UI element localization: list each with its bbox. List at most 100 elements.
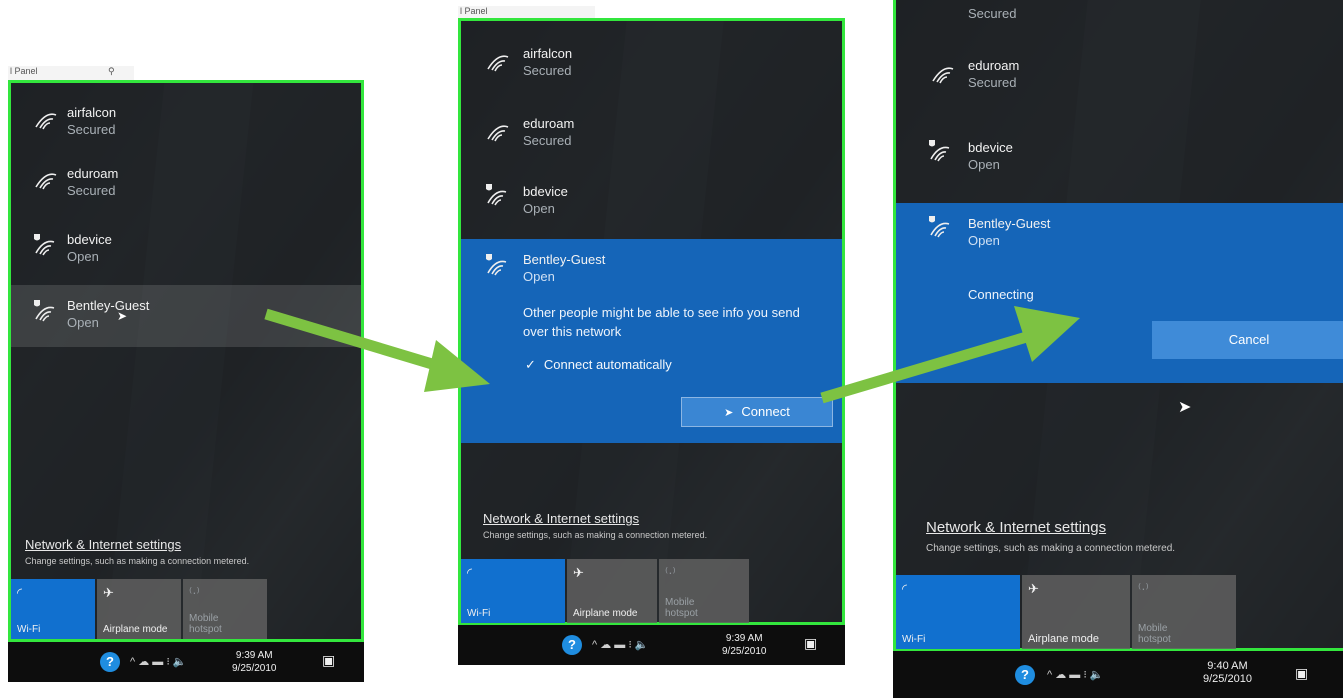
help-icon[interactable]: ? xyxy=(562,635,582,655)
mouse-cursor-icon: ➤ xyxy=(724,407,734,419)
network-item-bdevice[interactable]: bdevice Open xyxy=(11,223,361,273)
network-ssid: airfalcon xyxy=(523,46,573,61)
mobile-hotspot-tile[interactable]: ⁽·⁾ Mobile hotspot xyxy=(183,579,267,639)
connect-automatically-checkbox[interactable]: ✓ Connect automatically xyxy=(525,357,672,373)
network-status: Open xyxy=(968,157,1000,172)
network-status: Open xyxy=(523,269,555,284)
action-center-icon[interactable]: ▣ xyxy=(1295,665,1311,681)
airplane-mode-tile[interactable]: ✈ Airplane mode xyxy=(97,579,181,639)
network-status: Secured xyxy=(968,6,1017,21)
open-network-warning: Other people might be able to see info y… xyxy=(523,305,800,339)
connect-button[interactable]: ➤ Connect xyxy=(681,397,833,427)
background-window-strip: l Panel xyxy=(458,6,595,18)
network-item-eduroam[interactable]: eduroam Secured xyxy=(461,103,842,163)
network-settings-link[interactable]: Network & Internet settings xyxy=(25,537,181,552)
network-item-eduroam[interactable]: eduroam Secured xyxy=(896,45,1343,107)
network-ssid: bdevice xyxy=(523,184,568,199)
tile-label: Airplane mode xyxy=(573,608,638,619)
clock-time: 9:39 AM xyxy=(235,650,273,661)
tile-label: Wi-Fi xyxy=(467,608,491,619)
network-ssid: Bentley-Guest xyxy=(67,298,150,313)
network-settings-description: Change settings, such as making a connec… xyxy=(25,556,250,566)
mobile-hotspot-tile[interactable]: ⁽·⁾ Mobile hotspot xyxy=(659,559,749,623)
network-flyout: airfalcon Secured eduroam Secured bdevic… xyxy=(458,18,845,625)
network-ssid: Bentley-Guest xyxy=(968,216,1051,231)
checkmark-icon: ✓ xyxy=(525,357,536,372)
tile-label: Airplane mode xyxy=(1028,633,1099,645)
tile-label: Wi-Fi xyxy=(902,634,926,645)
wifi-tile[interactable]: ◜ Wi-Fi xyxy=(896,575,1020,649)
network-ssid: eduroam xyxy=(968,58,1020,73)
wifi-icon xyxy=(485,49,511,75)
network-item-airfalcon[interactable]: airfalcon Secured xyxy=(461,33,842,93)
network-status: Secured xyxy=(968,75,1017,90)
action-center-icon[interactable]: ▣ xyxy=(804,635,820,651)
wifi-flyout-screen-2: airfalcon Secured eduroam Secured bdevic… xyxy=(458,18,845,665)
taskbar-clock[interactable]: 9:39 AM 9/25/2010 xyxy=(232,649,277,675)
network-item-bdevice[interactable]: bdevice Open xyxy=(896,125,1343,187)
network-ssid: eduroam xyxy=(67,166,119,181)
hotspot-icon: ⁽·⁾ xyxy=(1138,581,1149,596)
network-status: Secured xyxy=(523,63,572,78)
network-settings-description: Change settings, such as making a connec… xyxy=(926,543,1176,554)
hotspot-icon: ⁽·⁾ xyxy=(189,585,200,600)
taskbar-clock[interactable]: 9:40 AM 9/25/2010 xyxy=(1203,660,1252,686)
clock-date: 9/25/2010 xyxy=(232,663,277,674)
taskbar: ? ^ ☁ ▬ ⁝ 🔈 9:39 AM 9/25/2010 ▣ xyxy=(458,625,845,665)
system-tray-icons[interactable]: ^ ☁ ▬ ⁝ 🔈 xyxy=(1047,668,1104,681)
network-item-eduroam[interactable]: eduroam Secured xyxy=(11,159,361,209)
wifi-icon: ◜ xyxy=(902,581,908,596)
clock-time: 9:39 AM xyxy=(725,633,763,644)
system-tray-icons[interactable]: ^ ☁ ▬ ⁝ 🔈 xyxy=(130,655,187,668)
tile-label: Airplane mode xyxy=(103,624,168,635)
tile-label: Mobile hotspot xyxy=(665,597,698,619)
background-window-strip: l Panel ⚲ xyxy=(8,66,134,80)
tile-label: Mobile hotspot xyxy=(1138,623,1171,645)
network-status: Secured xyxy=(67,183,116,198)
network-item-bentley-guest-expanded[interactable]: Bentley-Guest Open Other people might be… xyxy=(461,239,842,443)
wifi-shield-icon xyxy=(483,251,509,277)
clock-date: 9/25/2010 xyxy=(1203,673,1252,685)
clock-time: 9:40 AM xyxy=(1207,660,1248,672)
network-status: Secured xyxy=(523,133,572,148)
cancel-button[interactable]: Cancel xyxy=(1152,321,1343,359)
network-status: Open xyxy=(67,315,99,330)
connect-button-label: Connect xyxy=(741,404,790,419)
network-ssid: bdevice xyxy=(968,140,1013,155)
action-center-icon[interactable]: ▣ xyxy=(322,652,338,668)
network-settings-description: Change settings, such as making a connec… xyxy=(483,530,708,540)
cancel-button-label: Cancel xyxy=(1228,332,1270,347)
network-item-airfalcon[interactable]: airfalcon Secured xyxy=(11,97,361,147)
search-icon: ⚲ xyxy=(108,66,115,76)
help-icon[interactable]: ? xyxy=(100,652,120,672)
background-search-hint: l Panel xyxy=(460,6,488,16)
wifi-shield-icon xyxy=(483,181,509,207)
taskbar-clock[interactable]: 9:39 AM 9/25/2010 xyxy=(722,632,767,658)
network-item-secured-top[interactable]: Secured xyxy=(896,0,1343,35)
network-item-bdevice[interactable]: bdevice Open xyxy=(461,171,842,231)
airplane-icon: ✈ xyxy=(103,585,114,600)
wifi-shield-icon xyxy=(31,297,57,323)
wifi-shield-icon xyxy=(31,231,57,257)
help-icon[interactable]: ? xyxy=(1015,665,1035,685)
network-status: Open xyxy=(523,201,555,216)
mobile-hotspot-tile[interactable]: ⁽·⁾ Mobile hotspot xyxy=(1132,575,1236,649)
mouse-cursor-icon: ➤ xyxy=(117,309,128,323)
network-settings-link[interactable]: Network & Internet settings xyxy=(483,511,639,526)
system-tray-icons[interactable]: ^ ☁ ▬ ⁝ 🔈 xyxy=(592,638,649,651)
airplane-icon: ✈ xyxy=(1028,581,1039,596)
wifi-icon: ◜ xyxy=(17,585,23,600)
green-arrow-1-icon xyxy=(264,308,490,392)
wifi-tile[interactable]: ◜ Wi-Fi xyxy=(461,559,565,623)
network-status: Open xyxy=(67,249,99,264)
network-status: Open xyxy=(968,233,1000,248)
wifi-tile[interactable]: ◜ Wi-Fi xyxy=(11,579,95,639)
mouse-cursor-icon: ➤ xyxy=(1178,399,1192,416)
green-arrow-2-icon xyxy=(820,306,1080,404)
airplane-mode-tile[interactable]: ✈ Airplane mode xyxy=(567,559,657,623)
wifi-icon xyxy=(930,61,956,87)
airplane-mode-tile[interactable]: ✈ Airplane mode xyxy=(1022,575,1130,649)
network-settings-link[interactable]: Network & Internet settings xyxy=(926,519,1106,536)
wifi-icon xyxy=(485,119,511,145)
tile-label: Mobile hotspot xyxy=(189,613,222,635)
